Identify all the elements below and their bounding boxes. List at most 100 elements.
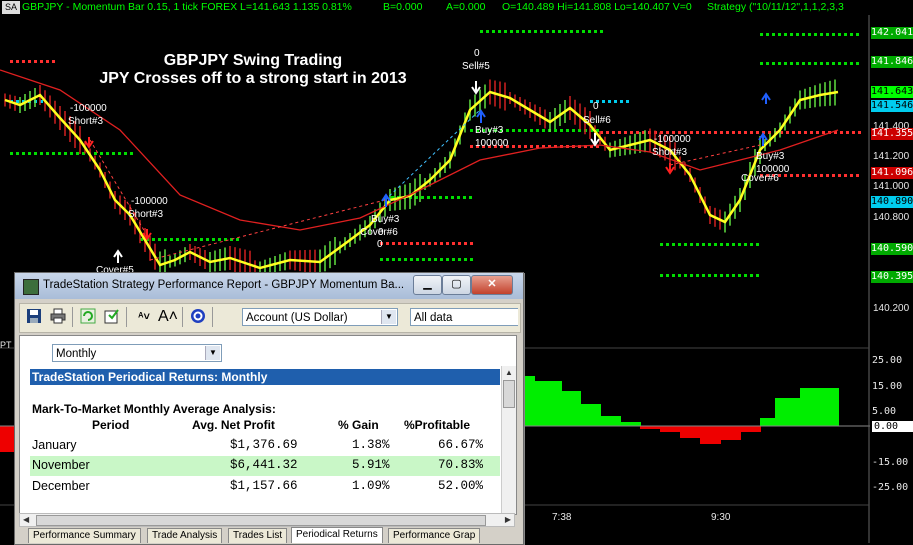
tab-periodical-returns[interactable]: Periodical Returns [291,527,383,543]
gain-cell: 5.91% [352,458,390,472]
trade-label: Buy#3 [371,214,400,225]
profit-cell: $6,441.32 [230,458,298,472]
chart-header: SA GBPJPY - Momentum Bar 0.15, 1 tick FO… [0,0,913,15]
profitable-cell: 52.00% [438,479,484,493]
profitable-cell: 66.67% [438,438,484,452]
indicator-lines-layer [0,69,839,270]
toolbar-separator [182,307,183,327]
target-icon[interactable] [188,308,208,326]
chevron-down-icon[interactable]: ▼ [381,310,396,324]
price-tick: 140.800 [873,212,910,223]
trade-label: 100000 [475,138,509,149]
osc-tick: 5.00 [872,406,897,417]
trade-label: Short#3 [652,147,688,158]
price-bars-layer [4,79,836,279]
trade-label: Short#3 [68,116,104,127]
performance-report-window[interactable]: TradeStation Strategy Performance Report… [14,272,524,545]
trade-label: 0 [377,239,383,250]
currency-select-value: Account (US Dollar) [246,312,348,324]
time-label: 9:30 [711,512,731,523]
data-range-select-value: All data [414,312,453,324]
column-header-profitable: %Profitable [404,418,471,432]
price-label: 142.041 [871,27,913,39]
table-row[interactable]: January $1,376.69 1.38% 66.67% [30,436,500,456]
data-range-select[interactable]: All data [410,308,518,326]
period-cell: December [32,479,90,493]
toolbar-separator [126,307,127,327]
profitable-cell: 70.83% [438,458,484,472]
properties-icon[interactable] [102,308,122,326]
tab-performance-summary[interactable]: Performance Summary [28,528,141,543]
price-label: 141.846 [871,56,913,68]
trade-label: Short#3 [128,209,164,220]
pt-label: PT [0,340,12,350]
trade-label: -100000 [70,103,107,114]
scroll-right-icon[interactable]: ▶ [505,515,511,524]
period-select[interactable]: Monthly ▼ [52,344,222,362]
osc-tick: -15.00 [872,457,909,468]
scroll-thumb[interactable] [36,515,486,526]
table-row[interactable]: November $6,441.32 5.91% 70.83% [30,456,500,476]
toolbar-separator [72,307,73,327]
window-title: TradeStation Strategy Performance Report… [43,279,405,291]
tab-trade-analysis[interactable]: Trade Analysis [147,528,223,543]
chevron-down-icon[interactable]: ▼ [205,346,220,360]
buy-arrow-icon [761,92,771,104]
b-value: B=0.000 [383,1,423,13]
osc-tick: -25.00 [872,482,909,493]
column-header-gain: % Gain [338,418,379,432]
decrease-font-icon[interactable]: ᴬ˅ [134,308,154,326]
trade-label: 0 [474,48,480,59]
scroll-up-icon[interactable]: ▲ [505,368,513,377]
price-label: 141.096 [871,167,913,179]
print-icon[interactable] [48,308,68,326]
maximize-button[interactable]: ▢ [442,275,471,295]
scroll-thumb[interactable] [503,380,515,408]
osc-tick: 15.00 [872,381,903,392]
price-label: 140.590 [871,243,913,255]
price-tick: 140.200 [873,303,910,314]
table-row[interactable]: December $1,157.66 1.09% 52.00% [30,477,500,497]
report-toolbar: ᴬ˅ A˄ Account (US Dollar) ▼ All data [19,303,521,333]
trade-label: Sell#6 [583,115,611,126]
toolbar-separator [212,307,213,327]
a-value: A=0.000 [446,1,486,13]
period-select-value: Monthly [56,348,97,360]
tab-performance-graph[interactable]: Performance Grap [388,528,481,543]
trade-label: Buy#3 [756,151,785,162]
increase-font-icon[interactable]: A˄ [158,308,178,326]
price-label: 141.546 [871,100,913,112]
trade-label: -100000 [654,134,691,145]
horizontal-scrollbar[interactable]: ◀ ▶ [19,513,515,527]
price-tick: 141.200 [873,151,910,162]
price-tick: 141.000 [873,181,910,192]
trade-label: Cover#6 [741,173,779,184]
trade-label: 0 [593,101,599,112]
refresh-icon[interactable] [78,308,98,326]
period-cell: November [32,458,90,472]
symbol-line: GBPJPY - Momentum Bar 0.15, 1 tick FOREX… [22,1,352,13]
profit-cell: $1,157.66 [230,479,298,493]
analysis-title: Mark-To-Market Monthly Average Analysis: [32,402,276,416]
minimize-button[interactable]: ▁ [413,275,442,295]
currency-select[interactable]: Account (US Dollar) ▼ [242,308,398,326]
chart-subtitle: JPY Crosses off to a strong start in 201… [99,70,407,87]
gain-cell: 1.38% [352,438,390,452]
report-content: Monthly ▼ TradeStation Periodical Return… [19,335,517,515]
close-button[interactable]: ✕ [471,275,513,295]
price-label: 141.643 [871,86,913,98]
save-icon[interactable] [24,308,44,326]
vertical-scrollbar[interactable]: ▲ [501,366,516,514]
time-label: 7:38 [552,512,572,523]
price-tick: 141.400 [873,121,910,132]
trade-label: 0 [378,227,384,238]
column-header-avg-net-profit: Avg. Net Profit [192,418,275,432]
profit-cell: $1,376.69 [230,438,298,452]
tab-trades-list[interactable]: Trades List [228,528,288,543]
window-titlebar[interactable]: TradeStation Strategy Performance Report… [15,273,523,299]
sell-arrow-icon [471,81,481,95]
osc-tick: 25.00 [872,355,903,366]
column-header-period: Period [92,418,130,432]
scroll-left-icon[interactable]: ◀ [23,515,29,524]
chart-title: GBPJPY Swing Trading [163,52,343,69]
